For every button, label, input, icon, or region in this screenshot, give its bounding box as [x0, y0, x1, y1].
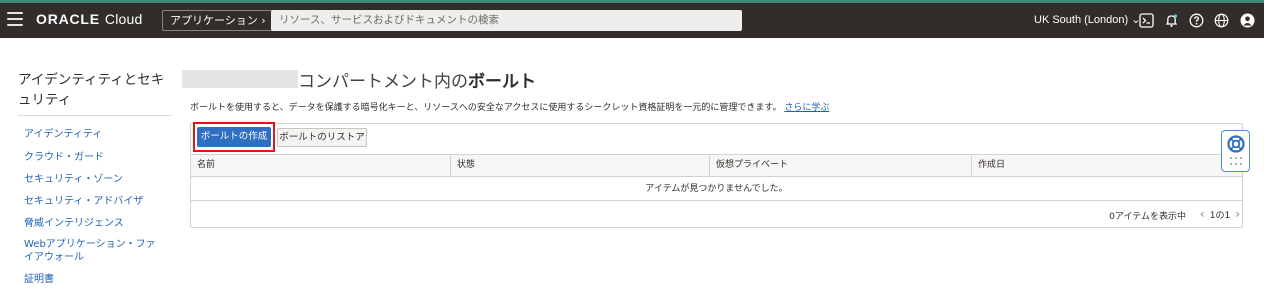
help-icon[interactable] — [1189, 13, 1204, 28]
sidebar-title: アイデンティティとセキュリティ — [18, 72, 165, 108]
create-vault-button[interactable]: ボールトの作成 — [197, 127, 271, 147]
top-navigation-bar: ORACLE Cloud アプリケーション › リソース、サービスおよびドキュメン… — [0, 3, 1264, 38]
sidebar-item-security-advisor[interactable]: セキュリティ・アドバイザ — [24, 195, 164, 208]
previous-page-icon[interactable]: ‹ — [1200, 207, 1205, 221]
restore-vault-button[interactable]: ボールトのリストア — [277, 128, 367, 147]
hamburger-menu-icon[interactable] — [7, 12, 23, 26]
column-header-state[interactable]: 状態 — [451, 155, 710, 176]
region-selector[interactable]: UK South (London) ⌄ — [1034, 13, 1140, 26]
globe-icon[interactable] — [1214, 13, 1229, 28]
logo-brand: ORACLE — [36, 11, 100, 27]
redacted-compartment-name — [182, 70, 298, 88]
page-title: コンパートメント内のボールト — [298, 67, 536, 92]
help-widget[interactable] — [1221, 130, 1250, 172]
column-header-name[interactable]: 名前 — [191, 155, 451, 176]
sidebar-item-cloud-guard[interactable]: クラウド・ガード — [24, 151, 164, 164]
empty-table-message: アイテムが見つかりませんでした。 — [191, 177, 1242, 201]
lifebuoy-icon — [1227, 135, 1245, 153]
page-title-prefix: コンパートメント内の — [298, 72, 468, 92]
sidebar-item-security-zones[interactable]: セキュリティ・ゾーン — [24, 173, 164, 186]
bell-icon[interactable] — [1164, 13, 1179, 28]
learn-more-link[interactable]: さらに学ぶ — [784, 103, 829, 113]
oracle-cloud-logo[interactable]: ORACLE Cloud — [36, 11, 143, 27]
pagination: ‹ 1の1 › — [1200, 207, 1240, 221]
user-icon[interactable] — [1240, 13, 1255, 28]
table-footer: 0アイテムを表示中 ‹ 1の1 › — [191, 203, 1242, 227]
sidebar-item-threat-intelligence[interactable]: 脅威インテリジェンス — [24, 217, 164, 230]
column-header-virtual-private[interactable]: 仮想プライベート — [710, 155, 972, 176]
drag-handle-icon[interactable] — [1230, 157, 1242, 167]
page-title-bold: ボールト — [468, 72, 536, 92]
next-page-icon[interactable]: › — [1235, 207, 1240, 221]
sidebar-item-web-application-firewall[interactable]: Webアプリケーション・ファイアウォール — [24, 238, 164, 264]
sidebar-item-certificates[interactable]: 証明書 — [24, 273, 164, 286]
column-header-created[interactable]: 作成日 — [972, 155, 1242, 176]
applications-button[interactable]: アプリケーション › — [162, 10, 274, 31]
page-description: ボールトを使用すると、データを保護する暗号化キーと、リソースへの安全なアクセスに… — [190, 100, 829, 113]
showing-count: 0アイテムを表示中 — [1109, 212, 1186, 222]
search-input[interactable]: リソース、サービスおよびドキュメントの検索 — [271, 10, 742, 31]
sidebar-item-identity[interactable]: アイデンティティ — [24, 128, 164, 141]
pagination-label: 1の1 — [1209, 210, 1231, 221]
cloud-shell-icon[interactable] — [1139, 13, 1154, 28]
description-text: ボールトを使用すると、データを保護する暗号化キーと、リソースへの安全なアクセスに… — [190, 103, 782, 113]
logo-product: Cloud — [104, 11, 143, 27]
table-header: 名前 状態 仮想プライベート 作成日 — [191, 154, 1242, 177]
sidebar-divider — [18, 115, 172, 116]
